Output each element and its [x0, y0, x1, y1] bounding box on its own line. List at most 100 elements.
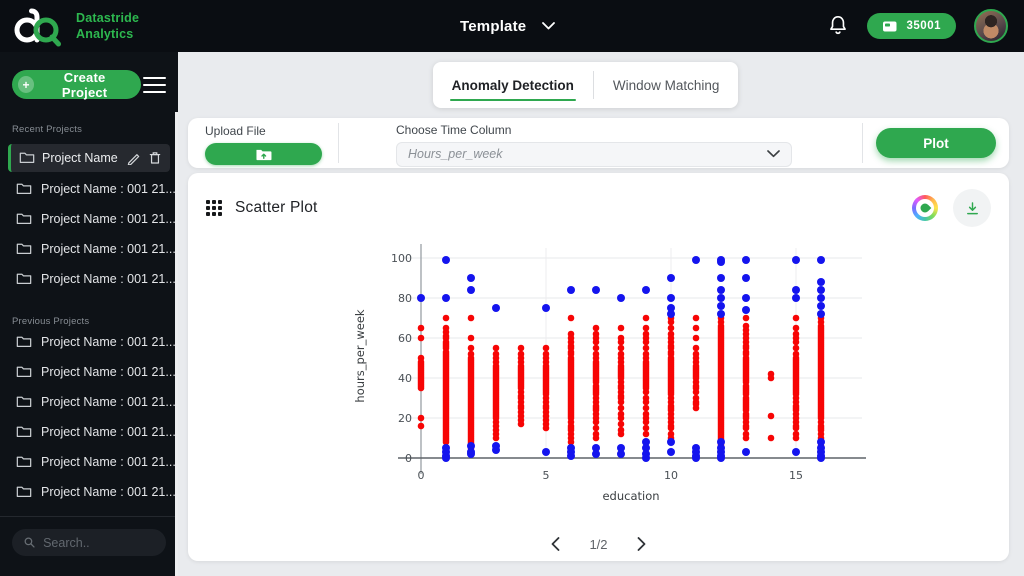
- svg-text:education: education: [602, 489, 659, 503]
- user-avatar[interactable]: [974, 9, 1008, 43]
- project-label: Project Name : 001 21...: [41, 484, 176, 499]
- sidebar: + Create Project Recent Projects Project…: [0, 52, 178, 576]
- download-icon: [966, 201, 978, 214]
- project-label: Project Name : 001 21...: [41, 334, 176, 349]
- upload-file-button[interactable]: [205, 143, 322, 165]
- menu-icon[interactable]: [141, 70, 168, 100]
- brand-name-line1: Datastride: [76, 10, 140, 25]
- next-page-button[interactable]: [635, 535, 648, 553]
- scatter-chart: 0 20 40 60 80 100 0 5 10 15 hours_per_week educatio…: [353, 244, 866, 503]
- template-menu[interactable]: Template: [460, 0, 556, 52]
- selected-project-item[interactable]: Project Name :...: [8, 143, 170, 172]
- project-list-item[interactable]: Project Name : 001 21...: [0, 417, 178, 447]
- folder-icon: [16, 183, 32, 195]
- svg-text:60: 60: [398, 332, 412, 345]
- folder-icon: [16, 213, 32, 225]
- project-label: Project Name : 001 21...: [41, 364, 176, 379]
- svg-text:5: 5: [543, 469, 550, 482]
- svg-text:100: 100: [391, 252, 412, 265]
- chevron-down-icon: [542, 22, 556, 30]
- time-column-select[interactable]: [396, 141, 792, 167]
- tabs: Anomaly Detection Window Matching: [432, 62, 739, 108]
- svg-text:15: 15: [789, 469, 803, 482]
- project-list-item[interactable]: Project Name : 001 21...: [0, 174, 178, 204]
- tab-anomaly-detection[interactable]: Anomaly Detection: [433, 62, 593, 108]
- delete-icon[interactable]: [148, 151, 162, 165]
- svg-text:10: 10: [664, 469, 678, 482]
- plot-button[interactable]: Plot: [876, 128, 996, 158]
- svg-text:0: 0: [405, 452, 412, 465]
- project-list-item[interactable]: Project Name : 001 21...: [0, 327, 178, 357]
- svg-text:40: 40: [398, 372, 412, 385]
- recent-projects-label: Recent Projects: [12, 123, 83, 135]
- project-label: Project Name : 001 21...: [41, 211, 176, 226]
- project-list-item[interactable]: Project Name : 001 21...: [0, 447, 178, 477]
- wallet-icon: [882, 21, 897, 31]
- page-indicator: 1/2: [589, 536, 608, 552]
- top-header: Datastride Analytics Template 35001: [0, 0, 1024, 52]
- project-list-item[interactable]: Project Name : 001 21...: [0, 234, 178, 264]
- svg-text:20: 20: [398, 412, 412, 425]
- folder-icon: [16, 456, 32, 468]
- folder-icon: [16, 396, 32, 408]
- chart-title: Scatter Plot: [235, 199, 318, 216]
- plus-icon: +: [18, 76, 35, 94]
- previous-projects-list: Project Name : 001 21... Project Name : 0…: [0, 327, 178, 537]
- project-list-item[interactable]: Project Name : 001 21...: [0, 477, 178, 507]
- create-project-label: Create Project: [61, 69, 108, 100]
- project-list-item[interactable]: Project Name : 001 21...: [0, 387, 178, 417]
- project-label: Project Name : 001 21...: [41, 271, 176, 286]
- credits-badge[interactable]: 35001: [866, 13, 956, 39]
- folder-upload-icon: [256, 149, 272, 160]
- svg-text:80: 80: [398, 292, 412, 305]
- project-list-item[interactable]: Project Name : 001 21...: [0, 357, 178, 387]
- select-chevron-down-icon: [767, 150, 780, 158]
- project-label: Project Name : 001 21...: [41, 394, 176, 409]
- selected-project-label: Project Name :...: [42, 150, 120, 165]
- credits-value: 35001: [906, 20, 941, 32]
- search-icon: [24, 537, 35, 548]
- folder-icon: [16, 366, 32, 378]
- color-theme-icon[interactable]: [912, 195, 938, 221]
- header-actions: 35001: [827, 9, 1024, 43]
- folder-icon: [16, 243, 32, 255]
- project-list-item[interactable]: Project Name : 001 21...: [0, 264, 178, 294]
- project-list-item[interactable]: Project Name : 001 21...: [0, 204, 178, 234]
- project-label: Project Name : 001 21...: [41, 424, 176, 439]
- folder-icon: [16, 273, 32, 285]
- recent-projects-list: Project Name : 001 21... Project Name : 0…: [0, 174, 178, 294]
- folder-icon: [16, 336, 32, 348]
- tab-window-matching[interactable]: Window Matching: [594, 62, 739, 108]
- notification-bell-icon[interactable]: [827, 14, 849, 38]
- project-label: Project Name : 001 21...: [41, 454, 176, 469]
- create-project-button[interactable]: + Create Project: [12, 69, 141, 100]
- time-column-input[interactable]: [408, 147, 767, 161]
- search-box[interactable]: [12, 529, 166, 556]
- template-label: Template: [460, 17, 527, 35]
- folder-icon: [16, 426, 32, 438]
- pagination: 1/2: [188, 535, 1009, 553]
- prev-page-button[interactable]: [549, 535, 562, 553]
- sidebar-scrollbar[interactable]: [175, 112, 178, 576]
- brand-name-line2: Analytics: [76, 27, 134, 41]
- project-label: Project Name : 001 21...: [41, 181, 176, 196]
- download-button[interactable]: [953, 189, 991, 227]
- scatter-plot-card: Scatter Plot 0 20 40 60 80 100 0 5 10 15 hours_per…: [188, 173, 1009, 561]
- brand[interactable]: Datastride Analytics: [0, 5, 139, 47]
- project-label: Project Name : 001 21...: [41, 241, 176, 256]
- chevron-left-icon: [552, 537, 560, 551]
- chevron-right-icon: [637, 537, 645, 551]
- previous-projects-label: Previous Projects: [12, 315, 90, 327]
- folder-open-icon: [19, 152, 35, 164]
- svg-text:hours_per_week: hours_per_week: [353, 309, 367, 402]
- time-column-label: Choose Time Column: [396, 122, 512, 137]
- main-content: Anomaly Detection Window Matching Upload…: [178, 52, 1024, 576]
- sidebar-search-area: [0, 516, 178, 576]
- folder-icon: [16, 486, 32, 498]
- grid-icon: [206, 200, 222, 216]
- search-input[interactable]: [43, 535, 154, 550]
- svg-text:0: 0: [418, 469, 425, 482]
- edit-icon[interactable]: [127, 151, 141, 165]
- toolbar: Upload File Choose Time Column Hours_per…: [188, 118, 1009, 168]
- upload-file-label: Upload File: [205, 124, 266, 138]
